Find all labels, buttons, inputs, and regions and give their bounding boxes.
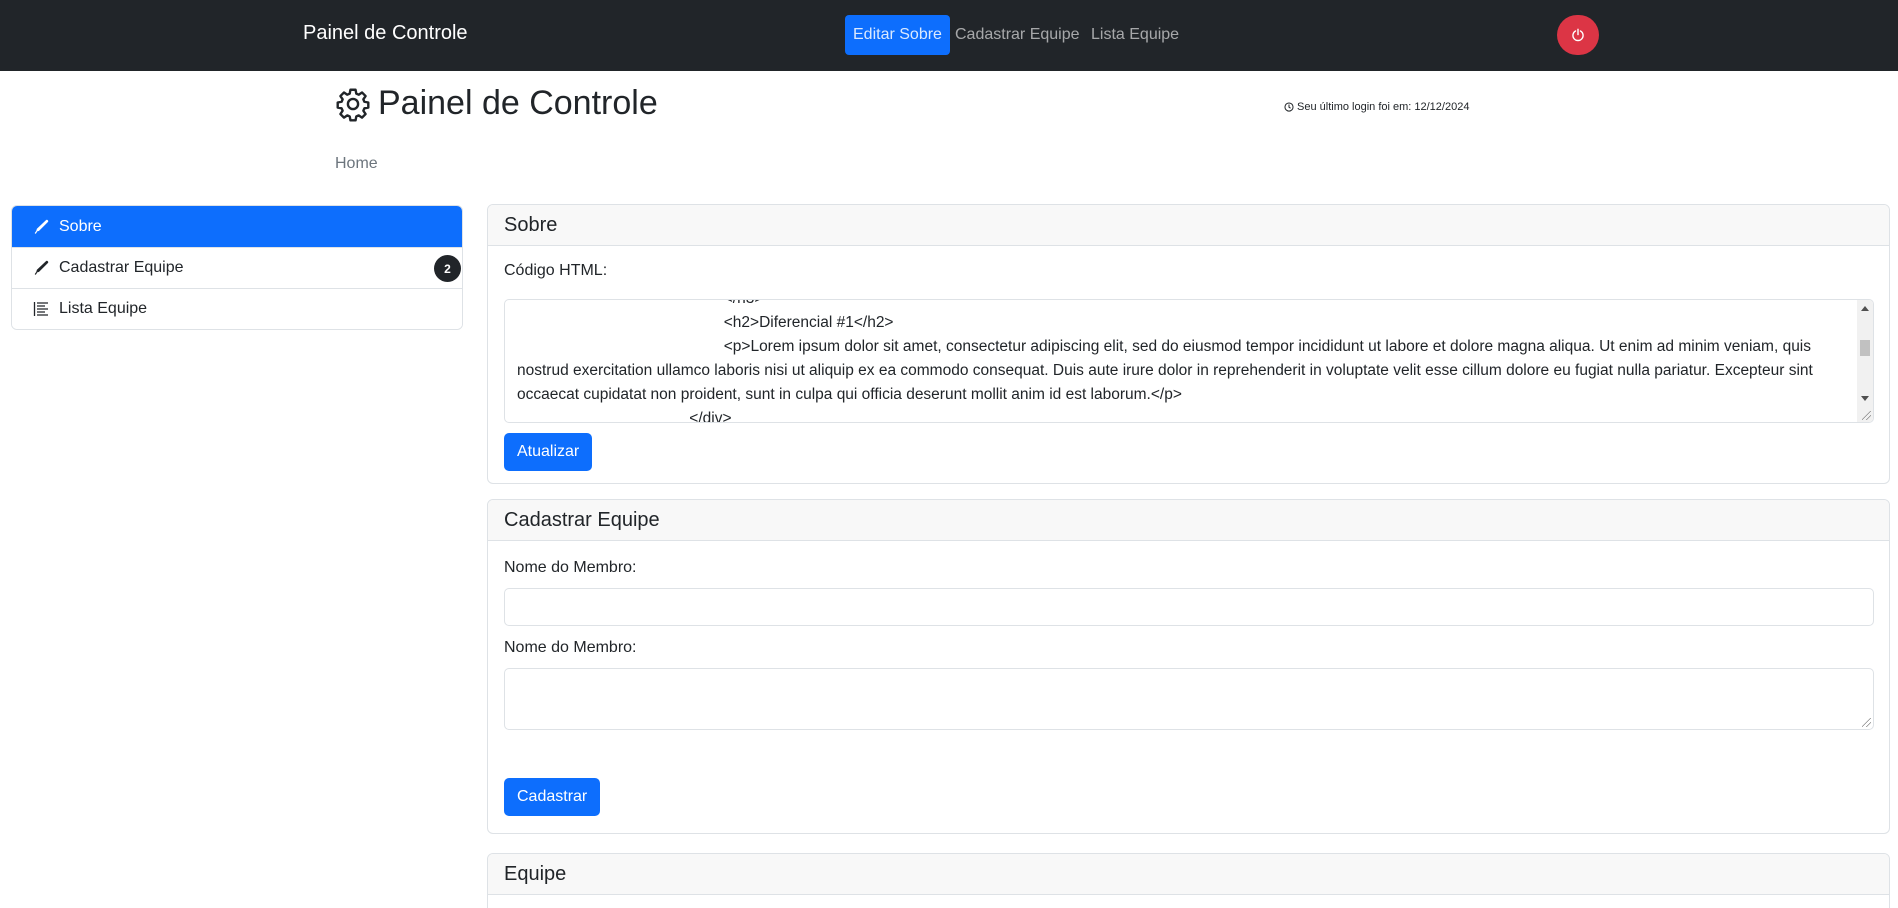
- top-navbar: Painel de Controle Editar Sobre Cadastra…: [0, 0, 1898, 71]
- last-login-text: Seu último login foi em: 12/12/2024: [1297, 101, 1470, 113]
- last-login-info: Seu último login foi em: 12/12/2024: [1284, 101, 1469, 113]
- member-description-textarea[interactable]: [504, 668, 1874, 730]
- navbar-brand[interactable]: Painel de Controle: [303, 22, 468, 45]
- equipe-card: Equipe: [487, 853, 1890, 908]
- clock-icon: [1284, 102, 1294, 112]
- scroll-down-arrow-icon[interactable]: [1861, 396, 1869, 401]
- code-line: </div>: [517, 410, 732, 423]
- member-name-input[interactable]: [504, 588, 1874, 626]
- code-line: <p>Lorem ipsum dolor sit amet, consectet…: [517, 338, 1818, 403]
- card-title: Equipe: [488, 854, 1889, 895]
- sidebar-item-label: Lista Equipe: [59, 300, 148, 317]
- resize-grip-icon[interactable]: [1862, 718, 1871, 727]
- card-title: Sobre: [488, 205, 1889, 246]
- gear-icon: [336, 88, 370, 122]
- cadastrar-button[interactable]: Cadastrar: [504, 778, 601, 816]
- member-description-label: Nome do Membro:: [504, 639, 637, 656]
- sidebar-item-cadastrar-equipe[interactable]: Cadastrar Equipe 2: [12, 247, 462, 288]
- sidebar-item-sobre[interactable]: Sobre: [12, 206, 462, 247]
- textarea-scrollbar[interactable]: [1857, 300, 1873, 422]
- nav-link-lista-equipe[interactable]: Lista Equipe: [1083, 15, 1187, 55]
- nav-link-cadastrar-equipe[interactable]: Cadastrar Equipe: [947, 15, 1088, 55]
- nav-link-editar-sobre[interactable]: Editar Sobre: [845, 15, 950, 55]
- resize-grip-icon[interactable]: [1862, 411, 1871, 420]
- pencil-icon: [34, 260, 49, 275]
- breadcrumb[interactable]: Home: [335, 155, 378, 173]
- power-icon: [1572, 28, 1584, 42]
- count-badge: 2: [434, 255, 461, 282]
- list-icon: [33, 302, 48, 316]
- html-code-label: Código HTML:: [504, 262, 608, 279]
- pencil-icon: [34, 219, 49, 234]
- card-title: Cadastrar Equipe: [488, 500, 1889, 541]
- code-line: </h3>: [517, 300, 1833, 311]
- member-name-label: Nome do Membro:: [504, 559, 637, 576]
- page-title: Painel de Controle: [335, 84, 658, 123]
- sobre-card: Sobre Código HTML: </h3> <h2>Diferencial…: [487, 204, 1890, 484]
- cadastrar-equipe-card: Cadastrar Equipe Nome do Membro: Nome do…: [487, 499, 1890, 834]
- sidebar: Sobre Cadastrar Equipe 2 Lista Equipe: [11, 205, 463, 330]
- atualizar-button[interactable]: Atualizar: [504, 433, 593, 471]
- code-content: </h3> <h2>Diferencial #1</h2> <p>Lorem i…: [517, 300, 1833, 423]
- logout-button[interactable]: [1557, 15, 1599, 55]
- html-code-textarea[interactable]: </h3> <h2>Diferencial #1</h2> <p>Lorem i…: [504, 299, 1874, 423]
- code-line: <h2>Diferencial #1</h2>: [517, 314, 894, 331]
- scroll-up-arrow-icon[interactable]: [1861, 306, 1869, 311]
- sidebar-item-label: Sobre: [59, 217, 102, 235]
- page-title-text: Painel de Controle: [378, 84, 658, 122]
- sidebar-item-lista-equipe[interactable]: Lista Equipe: [12, 288, 462, 329]
- sidebar-item-label: Cadastrar Equipe: [59, 259, 184, 276]
- scroll-thumb[interactable]: [1860, 340, 1870, 356]
